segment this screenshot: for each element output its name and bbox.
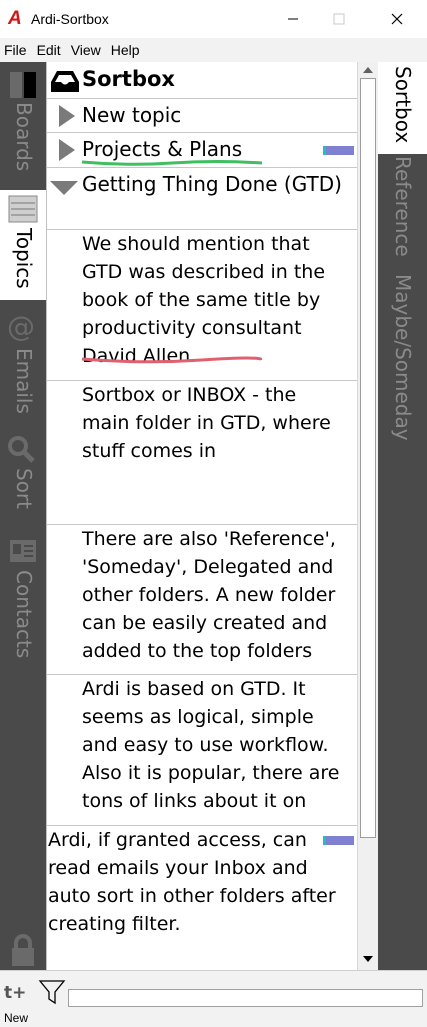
note-text: Sortbox or INBOX - the main folder in GT… — [82, 384, 331, 462]
window-title: Ardi-Sortbox — [31, 11, 109, 27]
menu-edit[interactable]: Edit — [37, 42, 61, 58]
left-tab-strip: Boards Topics @ Emails Sort Contacts — [0, 62, 46, 970]
collapse-arrow-icon[interactable] — [49, 179, 79, 197]
tab-emails[interactable]: @ Emails — [0, 310, 46, 420]
title-bar: A Ardi-Sortbox — [0, 0, 427, 38]
color-marker[interactable] — [323, 836, 354, 845]
lock-icon[interactable] — [8, 934, 38, 968]
topic-row[interactable]: Projects & Plans — [47, 133, 358, 168]
note-text: There are also 'Reference', 'Someday', D… — [82, 528, 336, 662]
vertical-scrollbar[interactable] — [357, 62, 378, 970]
close-button[interactable] — [374, 0, 420, 38]
note-text: Ardi is based on GTD. It seems as logica… — [82, 678, 340, 812]
close-icon — [391, 13, 403, 25]
tab-sort-label: Sort — [12, 468, 36, 509]
topic-label: Getting Thing Done (GTD) — [82, 172, 342, 196]
sortbox-title: Sortbox — [82, 67, 175, 91]
minimize-button[interactable] — [270, 0, 316, 38]
tab-maybe-someday-label: Maybe/Someday — [391, 274, 415, 441]
search-icon — [8, 436, 35, 463]
tab-topics[interactable]: Topics — [0, 190, 46, 300]
new-label: New — [4, 1011, 29, 1025]
filter-input[interactable] — [68, 989, 423, 1007]
maximize-button[interactable] — [316, 0, 362, 38]
note-item[interactable]: Ardi, if granted access, can read emails… — [47, 826, 358, 946]
tab-reference-label: Reference — [391, 156, 415, 257]
menu-bar: File Edit View Help — [0, 38, 427, 62]
tab-maybe-someday[interactable]: Maybe/Someday — [378, 274, 427, 446]
menu-file[interactable]: File — [4, 42, 27, 58]
scroll-up-icon[interactable] — [362, 66, 374, 74]
color-marker[interactable] — [323, 146, 354, 155]
minimize-icon — [288, 18, 298, 20]
tab-topics-label: Topics — [12, 228, 36, 289]
inbox-tray-icon — [51, 71, 79, 92]
note-item[interactable]: We should mention that GTD was described… — [47, 230, 358, 381]
scroll-down-icon[interactable] — [362, 955, 374, 963]
right-tab-strip: Sortbox Reference Maybe/Someday — [378, 62, 427, 970]
filter-funnel-icon[interactable] — [38, 979, 66, 1005]
maximize-icon — [333, 13, 345, 25]
spell-underline — [82, 356, 262, 364]
note-item[interactable]: Ardi is based on GTD. It seems as logica… — [47, 675, 358, 826]
expand-arrow-icon[interactable] — [57, 104, 77, 128]
spell-underline — [82, 160, 262, 166]
menu-view[interactable]: View — [71, 42, 101, 58]
boards-icon — [10, 72, 36, 98]
scroll-thumb[interactable] — [360, 78, 376, 838]
note-item[interactable]: There are also 'Reference', 'Someday', D… — [47, 525, 358, 675]
menu-help[interactable]: Help — [111, 42, 140, 58]
topic-label: New topic — [82, 103, 182, 127]
tab-sort[interactable]: Sort — [0, 430, 46, 522]
tab-sortbox[interactable]: Sortbox — [378, 62, 427, 154]
tab-sortbox-label: Sortbox — [391, 66, 415, 144]
new-topic-button[interactable]: t+ — [4, 983, 26, 1003]
tab-contacts-label: Contacts — [12, 570, 36, 659]
bottom-toolbar: t+ New — [0, 970, 427, 1027]
tab-emails-label: Emails — [12, 348, 36, 414]
at-icon: @ — [7, 310, 35, 343]
note-text: Ardi, if granted access, can read emails… — [48, 829, 336, 935]
note-text: We should mention that GTD was described… — [82, 233, 326, 367]
expand-arrow-icon[interactable] — [57, 138, 77, 162]
tab-contacts[interactable]: Contacts — [0, 532, 46, 662]
tab-reference[interactable]: Reference — [378, 156, 427, 268]
topics-icon — [8, 195, 38, 223]
tab-boards-label: Boards — [12, 102, 36, 172]
topic-row-expanded[interactable]: Getting Thing Done (GTD) — [47, 168, 358, 230]
app-logo-icon: A — [8, 8, 22, 29]
topic-list: Sortbox New topic Projects & Plans Getti… — [46, 62, 358, 970]
sortbox-header[interactable]: Sortbox — [47, 62, 358, 99]
note-item[interactable]: Sortbox or INBOX - the main folder in GT… — [47, 381, 358, 525]
tab-boards[interactable]: Boards — [0, 66, 46, 186]
contact-card-icon — [10, 540, 36, 562]
topic-row[interactable]: New topic — [47, 99, 358, 133]
